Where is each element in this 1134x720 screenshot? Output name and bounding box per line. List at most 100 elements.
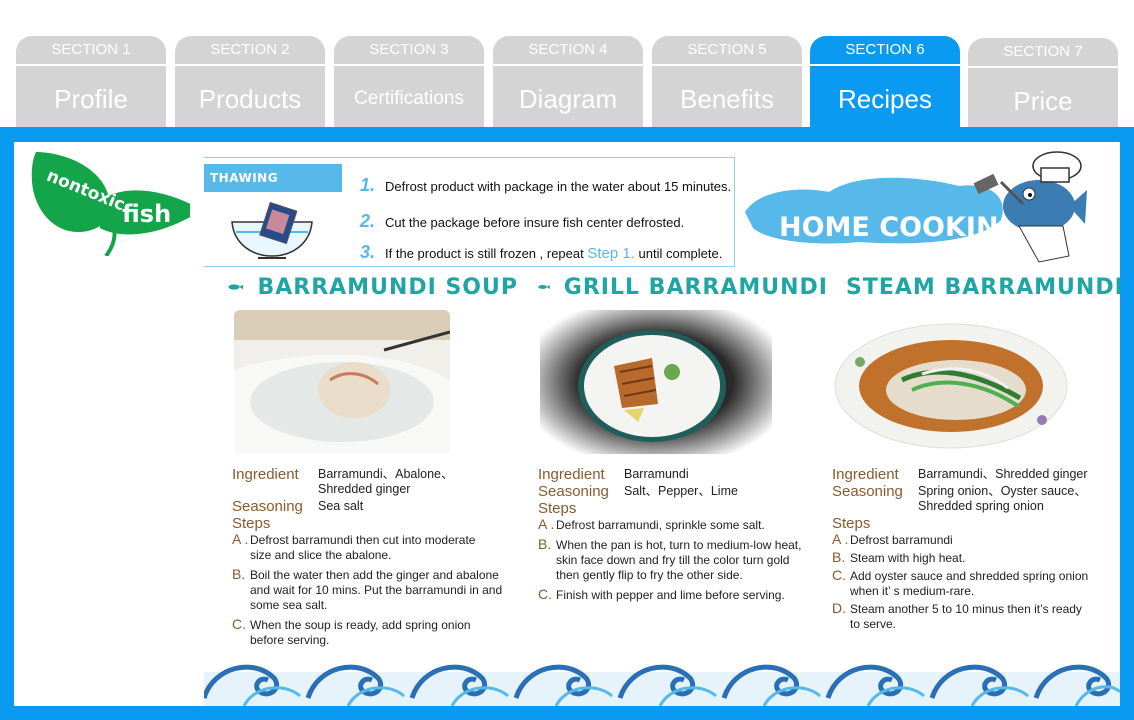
tab-section-label: SECTION 7 [1003, 43, 1083, 60]
step-letter: B. [538, 536, 552, 552]
soup-photo [234, 310, 450, 454]
ingredient-label: Ingredient [538, 466, 605, 483]
step-line: to serve. [850, 617, 897, 631]
step-letter: C. [232, 616, 246, 632]
ingredient-value: Barramundi、Shredded ginger [918, 467, 1088, 481]
home-cooking-banner: HOME COOKING [745, 151, 1087, 263]
recipe-step: B. When the pan is hot, turn to medium-lo… [538, 536, 828, 583]
tab-section-label: SECTION 3 [369, 41, 449, 58]
tab-name: Certifications [354, 88, 464, 109]
step-text: Defrost product with package in the wate… [385, 179, 732, 194]
recipe-grill: GRILL BARRAMUNDI Ingredient Barramundi Se… [538, 272, 828, 603]
fish-bullet-icon [538, 285, 550, 289]
wave-border-decoration [204, 664, 1120, 706]
steps-label: Steps [538, 500, 577, 517]
step-line: size and slice the abalone. [250, 548, 392, 562]
seasoning-label: Seasoning [832, 483, 903, 500]
step-line: Add oyster sauce and shredded spring oni… [850, 569, 1089, 583]
step-letter: C. [832, 567, 846, 583]
step-line: some sea salt. [250, 598, 328, 612]
recipe-title: BARRAMUNDI SOUP [257, 274, 518, 300]
steps-label: Steps [832, 515, 871, 532]
step-letter: B. [832, 549, 846, 565]
tab-products[interactable]: SECTION 2 Products [175, 36, 325, 128]
ingredient-line: Barramundi、Abalone、 [318, 467, 454, 481]
step-line: and wait for 10 mins. Put the barramundi… [250, 583, 503, 597]
thawing-methods-tag: THAWING METHODS [204, 164, 342, 213]
step-text: Cut the package before insure fish cente… [385, 215, 685, 230]
recipe-step: A . Defrost barramundi then cut into mode… [232, 531, 522, 563]
tab-name: Diagram [518, 84, 618, 114]
tab-certifications[interactable]: SECTION 3 Certifications [334, 36, 484, 128]
tab-section-label: SECTION 1 [51, 41, 131, 58]
step-line: Defrost barramundi, sprinkle some salt. [556, 518, 765, 532]
step-line: When the pan is hot, turn to medium-low … [556, 538, 802, 552]
tab-profile[interactable]: SECTION 1 Profile [16, 36, 166, 128]
ingredient-values: Barramundi、Abalone、 Shredded ginger [318, 467, 454, 497]
tab-price[interactable]: SECTION 7 Price [968, 38, 1118, 130]
steam-photo [832, 310, 1070, 454]
ingredient-line: Shredded ginger [318, 482, 411, 496]
thaw-step-3: 3. If the product is still frozen , repea… [360, 242, 722, 263]
step-line: Steam another 5 to 10 minus then it’s re… [850, 602, 1082, 616]
tab-name: Products [198, 84, 302, 114]
recipes-panel: nontoxic fish THAWING METHODS 1. Defrost … [14, 142, 1120, 706]
tab-recipes[interactable]: SECTION 6 Recipes [810, 36, 960, 128]
fish-bullet-icon [228, 284, 244, 290]
seasoning-label: Seasoning [232, 498, 303, 515]
recipe-title-row: BARRAMUNDI SOUP [228, 272, 518, 302]
seasoning-line: Spring onion、Oyster sauce、 [918, 484, 1087, 498]
recipe-step: D. Steam another 5 to 10 minus then it’s … [832, 601, 1120, 632]
ingredient-label: Ingredient [232, 466, 299, 483]
recipe-title-row: GRILL BARRAMUNDI [538, 272, 828, 302]
tab-name: Benefits [680, 84, 774, 114]
seasoning-line: Shredded spring onion [918, 499, 1044, 513]
recipe-title: STEAM BARRAMUNDI [846, 274, 1120, 300]
step-line: Defrost barramundi [850, 533, 953, 547]
ingredient-value: Barramundi [624, 467, 689, 481]
step-highlight: Step 1. [587, 245, 635, 262]
recipe-info: Ingredient Barramundi Seasoning Salt、Peppe… [538, 467, 828, 608]
recipe-step: C. Finish with pepper and lime before ser… [538, 587, 828, 603]
recipe-info: Ingredient Barramundi、Abalone、 Shredded gi… [232, 467, 522, 653]
seasoning-value: Salt、Pepper、Lime [624, 484, 738, 498]
tab-section-label: SECTION 5 [687, 41, 767, 58]
tab-section-label: SECTION 2 [210, 41, 290, 58]
tab-benefits[interactable]: SECTION 5 Benefits [652, 36, 802, 128]
step-text: until complete. [634, 246, 723, 261]
step-line: Defrost barramundi then cut into moderat… [250, 533, 476, 547]
tab-section-label: SECTION 4 [528, 41, 608, 58]
recipe-steam: STEAM BARRAMUNDI Ingredient Barramundi、Sh… [832, 272, 1120, 631]
recipe-title-row: STEAM BARRAMUNDI [832, 272, 1120, 302]
seasoning-values: Spring onion、Oyster sauce、 Shredded sprin… [918, 484, 1087, 514]
recipe-step: A . Defrost barramundi [832, 532, 1120, 548]
recipe-info: Ingredient Barramundi、Shredded ginger Sea… [832, 467, 1120, 637]
seasoning-value: Sea salt [318, 499, 364, 513]
ingredient-label: Ingredient [832, 466, 899, 483]
step-number: 1. [360, 175, 376, 195]
step-line: Boil the water then add the ginger and a… [250, 568, 499, 582]
tab-name: Recipes [838, 84, 932, 114]
step-number: 2. [360, 211, 376, 231]
grill-photo [540, 310, 772, 454]
thaw-step-2: 2. Cut the package before insure fish cen… [360, 211, 684, 232]
steps-label: Steps [232, 515, 271, 532]
step-letter: A . [232, 531, 249, 547]
section-tab-bar: SECTION 1 Profile SECTION 2 Products SEC… [0, 0, 1134, 130]
step-line: then gently flip to fry the other side. [556, 568, 743, 582]
step-line: Steam with high heat. [850, 551, 966, 565]
thawing-methods-box: THAWING METHODS 1. Defrost product with p… [204, 157, 735, 267]
step-text: If the product is still frozen , repeat [385, 246, 588, 261]
tab-section-label: SECTION 6 [845, 41, 925, 58]
tab-diagram[interactable]: SECTION 4 Diagram [493, 36, 643, 128]
tab-name: Price [1013, 86, 1073, 116]
recipe-step: B. Steam with high heat. [832, 549, 1120, 566]
step-line: When the soup is ready, add spring onion [250, 618, 471, 632]
thawing-bowl-icon [231, 201, 313, 259]
logo-text-fish: fish [122, 200, 171, 228]
step-line: when it’ s medium-rare. [850, 584, 975, 598]
step-line: skin face down and fry till the color tu… [556, 553, 790, 567]
thaw-step-1: 1. Defrost product with package in the wa… [360, 175, 731, 196]
recipe-soup: BARRAMUNDI SOUP Ingredient Barramundi、Aba… [228, 272, 518, 647]
step-line: Finish with pepper and lime before servi… [556, 588, 785, 602]
